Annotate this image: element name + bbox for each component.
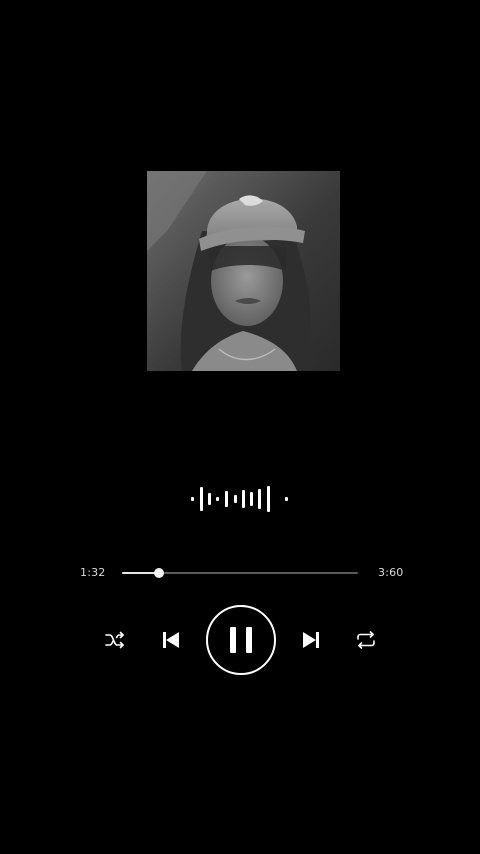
album-art-image [147, 171, 340, 371]
next-button[interactable] [300, 628, 322, 652]
pause-icon [206, 605, 276, 675]
album-cover [147, 171, 340, 371]
total-time: 3:60 [378, 566, 404, 579]
repeat-icon [357, 631, 375, 649]
elapsed-time: 1:32 [80, 566, 106, 579]
pause-button[interactable] [205, 604, 277, 676]
skip-next-icon [303, 632, 319, 648]
shuffle-button[interactable] [104, 629, 126, 651]
sound-wave-icon [190, 484, 290, 514]
progress-bar[interactable] [122, 568, 358, 578]
skip-previous-icon [163, 632, 179, 648]
progress-thumb[interactable] [154, 568, 165, 578]
previous-button[interactable] [160, 628, 182, 652]
shuffle-icon [105, 631, 124, 649]
repeat-button[interactable] [354, 629, 378, 651]
